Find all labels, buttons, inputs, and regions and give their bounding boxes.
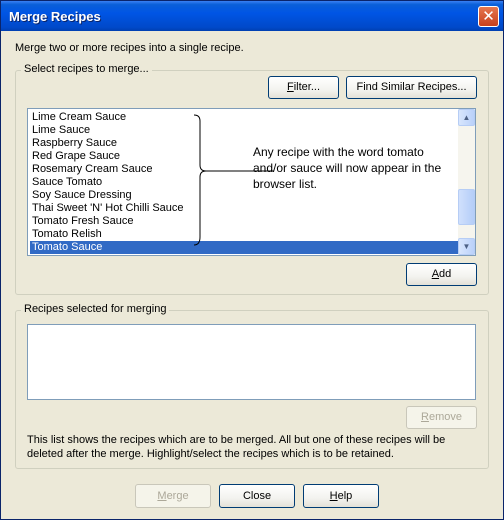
scroll-down-icon[interactable]: ▼ (458, 238, 475, 255)
list-item[interactable]: Tomato Fresh Sauce (30, 215, 134, 228)
title-bar: Merge Recipes ✕ (1, 1, 503, 31)
list-item[interactable]: Thai Sweet 'N' Hot Chilli Sauce (30, 202, 184, 215)
close-button[interactable]: Close (219, 484, 295, 508)
help-button[interactable]: Help (303, 484, 379, 508)
list-item[interactable]: Soy Sauce Dressing (30, 189, 132, 202)
merge-button[interactable]: Merge (135, 484, 211, 508)
merge-recipes-dialog: Merge Recipes ✕ Merge two or more recipe… (0, 0, 504, 520)
merge-info-text: This list shows the recipes which are to… (27, 434, 446, 460)
filter-button[interactable]: Filter... (268, 76, 339, 99)
merge-list-box[interactable] (27, 324, 476, 400)
list-item[interactable]: Lime Cream Sauce (30, 111, 126, 124)
add-button[interactable]: Add (406, 263, 477, 286)
close-window-button[interactable]: ✕ (478, 6, 499, 27)
scroll-up-icon[interactable]: ▲ (458, 109, 475, 126)
scroll-thumb[interactable] (458, 189, 475, 225)
remove-button[interactable]: Remove (406, 406, 477, 429)
list-item[interactable]: Rosemary Cream Sauce (30, 163, 152, 176)
annotation-text: Any recipe with the word tomato and/or s… (253, 145, 442, 191)
merge-list-legend: Recipes selected for merging (21, 303, 170, 315)
list-item[interactable]: Raspberry Sauce (30, 137, 117, 150)
list-item[interactable]: Sauce Tomato (30, 176, 102, 189)
dialog-title: Merge Recipes (9, 9, 101, 24)
select-recipes-legend: Select recipes to merge... (21, 63, 152, 75)
list-item[interactable]: Lime Sauce (30, 124, 90, 137)
intro-text: Merge two or more recipes into a single … (15, 42, 244, 54)
list-scrollbar[interactable]: ▲ ▼ (458, 109, 475, 255)
list-item[interactable]: Tomato Relish (30, 228, 102, 241)
list-item[interactable]: Red Grape Sauce (30, 150, 120, 163)
find-similar-recipes-button[interactable]: Find Similar Recipes... (346, 76, 477, 99)
